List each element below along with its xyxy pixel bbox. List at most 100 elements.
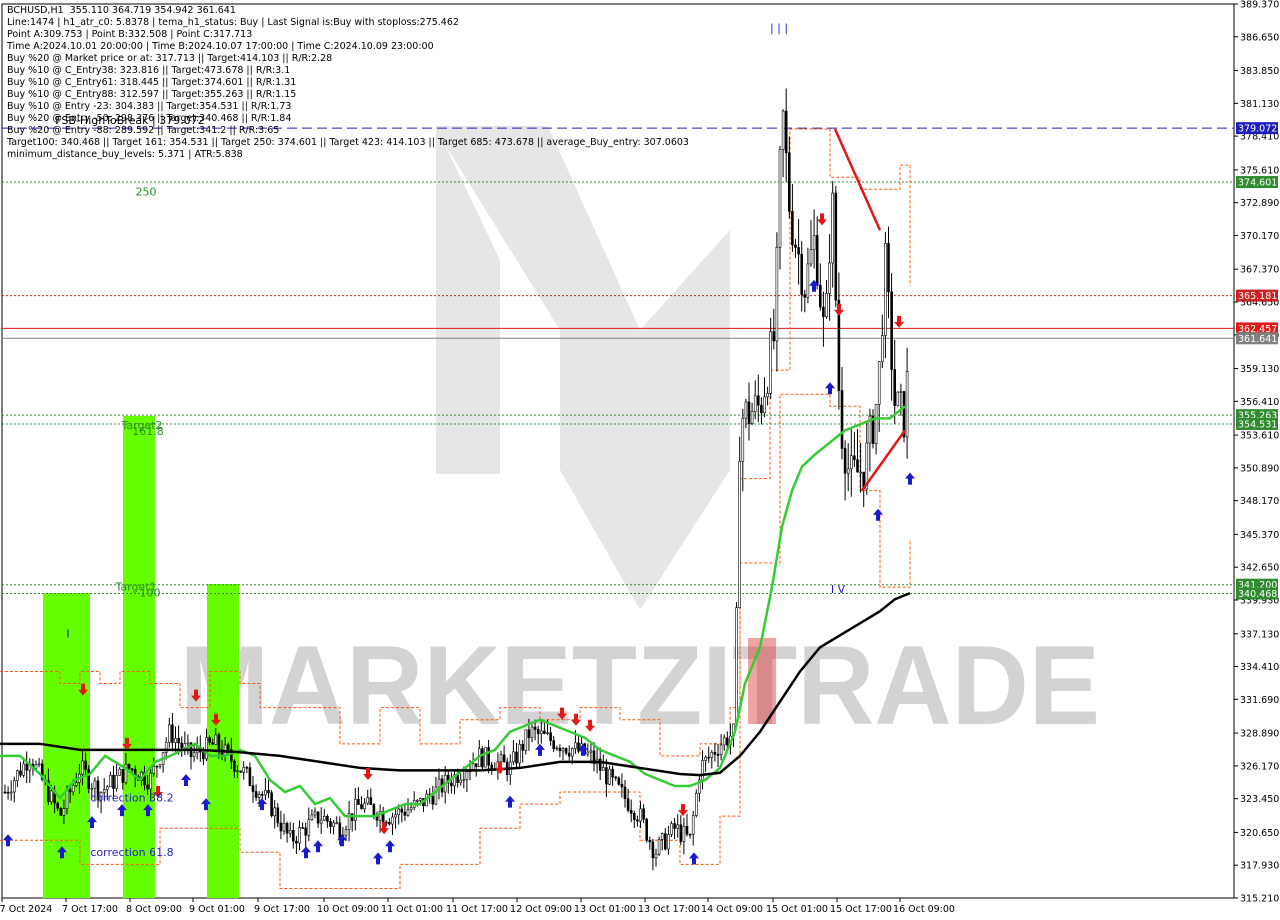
candle-body — [877, 361, 881, 405]
candle-body — [722, 737, 726, 746]
trendline-down — [833, 128, 882, 231]
candle-body — [623, 786, 627, 799]
candle-body — [363, 802, 366, 810]
candle-body — [316, 811, 320, 824]
candle-body — [601, 767, 605, 771]
candle-body — [481, 748, 484, 768]
candle-body — [626, 798, 630, 811]
candle-body — [394, 814, 397, 818]
candle-body — [781, 110, 785, 150]
candle-body — [254, 791, 258, 798]
candle-body — [214, 734, 218, 745]
candle-body — [322, 816, 326, 821]
chart-annotation: | | | — [770, 21, 788, 34]
candle-body — [818, 284, 822, 308]
y-axis: 389.370386.650383.850381.130378.410375.6… — [1234, 0, 1279, 905]
x-tick-label: 13 Oct 01:00 — [574, 904, 636, 915]
candle-body — [707, 756, 711, 759]
candle-body — [397, 808, 401, 816]
candle-body — [735, 607, 738, 725]
candle-body — [766, 393, 769, 398]
x-tick-label: 14 Oct 09:00 — [701, 904, 763, 915]
candle-body — [369, 797, 373, 805]
candle-body — [530, 726, 534, 738]
candle-body — [831, 192, 835, 264]
candle-body — [310, 814, 314, 821]
candle-body — [332, 822, 335, 827]
candle-body — [803, 294, 807, 298]
candle-body — [65, 789, 69, 809]
chart-annotation: correction 38.2 — [90, 792, 173, 805]
candle-body — [152, 765, 156, 774]
candle-body — [260, 794, 264, 796]
candle-body — [673, 823, 676, 829]
candle-body — [896, 391, 900, 406]
candle-body — [192, 752, 196, 757]
candle-body — [815, 235, 819, 286]
level-price-label: 354.531 — [1238, 419, 1277, 430]
candle-body — [846, 468, 850, 474]
candle-body — [288, 830, 292, 834]
candle-body — [515, 751, 518, 764]
y-tick-label: 326.170 — [1240, 761, 1279, 772]
chart-window: MARKETZITRADE 250 Target2 161.8 Target1 100 co… — [0, 0, 1280, 920]
candle-body — [710, 751, 714, 758]
candle-body — [462, 779, 466, 781]
candle-body — [186, 742, 190, 745]
up-arrow-icon — [689, 852, 699, 865]
candle-body — [177, 738, 180, 744]
y-tick-label: 372.890 — [1240, 198, 1279, 209]
candle-body — [171, 724, 174, 744]
y-tick-label: 345.370 — [1240, 530, 1279, 541]
candle-body — [750, 411, 754, 424]
candle-body — [589, 750, 593, 753]
candle-body — [713, 751, 717, 755]
candle-body — [174, 738, 177, 744]
candle-body — [620, 783, 624, 788]
candle-body — [329, 821, 332, 827]
y-tick-label: 386.650 — [1240, 32, 1279, 43]
y-tick-label: 359.130 — [1240, 364, 1279, 375]
chart-annotation: 250 — [136, 185, 157, 198]
y-tick-label: 350.890 — [1240, 463, 1279, 474]
candle-body — [499, 754, 503, 763]
candle-body — [391, 816, 394, 825]
candle-body — [465, 771, 469, 780]
candle-body — [558, 747, 562, 752]
candle-body — [794, 244, 797, 248]
info-line: Buy %20 @ Entry -50: 298.376 || Target:3… — [7, 113, 292, 124]
candle-body — [282, 822, 286, 832]
candle-body — [840, 390, 844, 449]
candle-body — [112, 774, 115, 789]
candle-body — [536, 729, 540, 735]
candle-body — [276, 807, 280, 824]
info-line: Buy %20 @ Entry -88: 289.592 || Target:3… — [7, 125, 280, 136]
y-tick-label: 320.650 — [1240, 828, 1279, 839]
candle-body — [611, 768, 614, 778]
candle-body — [608, 768, 611, 785]
candle-body — [853, 455, 856, 460]
candle-body — [849, 455, 853, 470]
up-arrow-icon — [313, 840, 323, 853]
candle-body — [657, 839, 661, 855]
down-arrow-icon — [495, 761, 505, 774]
candle-body — [893, 369, 897, 406]
candle-body — [527, 729, 531, 738]
info-line: Buy %10 @ C_Entry61: 318.445 || Target:3… — [7, 77, 297, 88]
candle-body — [236, 770, 239, 773]
up-arrow-icon — [301, 846, 311, 859]
watermark-text: MARKETZITRADE — [180, 623, 1100, 748]
candle-body — [313, 811, 317, 816]
candle-body — [56, 802, 60, 809]
y-tick-label: 348.170 — [1240, 496, 1279, 507]
candle-body — [180, 742, 183, 748]
candle-body — [388, 821, 391, 825]
up-arrow-icon — [825, 382, 835, 395]
candle-body — [784, 110, 788, 154]
candle-body — [636, 819, 639, 822]
up-arrow-icon — [385, 840, 395, 853]
x-tick-label: 15 Oct 17:00 — [830, 904, 892, 915]
candle-body — [555, 747, 559, 750]
candle-body — [270, 792, 273, 817]
candle-body — [561, 748, 565, 752]
